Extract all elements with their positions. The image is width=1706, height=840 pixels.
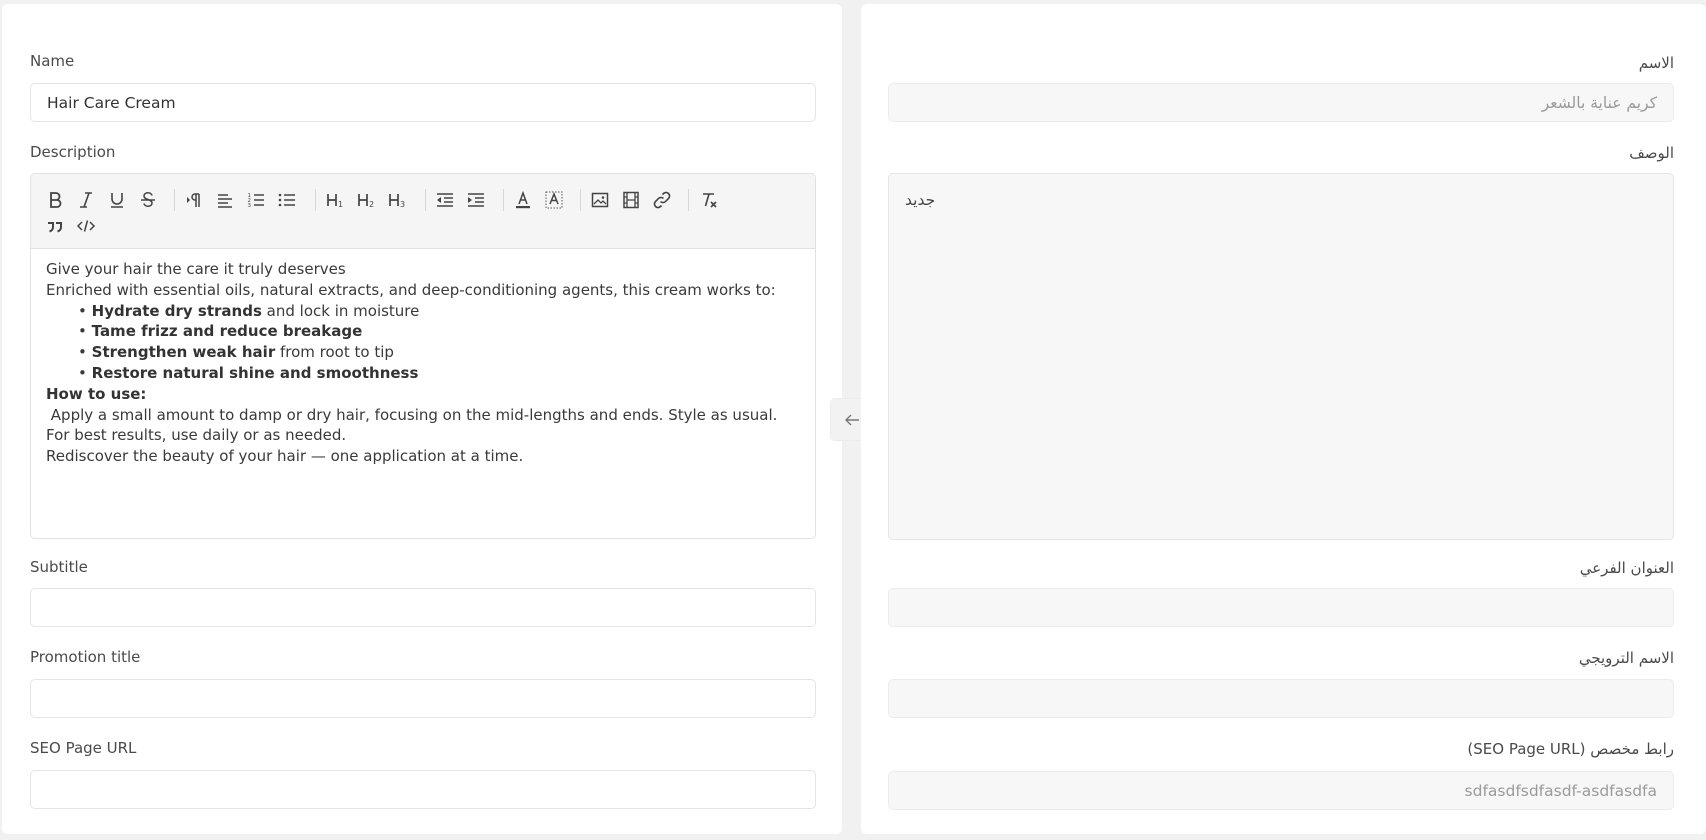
heading3-icon[interactable]: 3	[385, 188, 411, 212]
editor-toolbar: 123 1 2 3	[31, 174, 815, 249]
editor-content[interactable]: Give your hair the care it truly deserve…	[46, 259, 800, 467]
seo-url-label: SEO Page URL	[30, 739, 137, 757]
howto-text: Apply a small amount to damp or dry hair…	[46, 405, 783, 445]
promotion-title-label: Promotion title	[30, 648, 141, 666]
name-input-value: Hair Care Cream	[47, 94, 176, 112]
bold-icon[interactable]	[42, 188, 68, 212]
arabic-form-panel: الاسم كريم عناية بالشعر الوصف جديد العنو…	[861, 4, 1706, 834]
arabic-subtitle-label: العنوان الفرعي	[1579, 559, 1674, 577]
arabic-seo-url-value: sdfasdfsdfasdf-asdfasdfa	[1464, 782, 1657, 800]
arabic-seo-url-input[interactable]: sdfasdfsdfasdf-asdfasdfa	[888, 771, 1674, 810]
svg-text:3: 3	[248, 203, 252, 209]
heading2-icon[interactable]: 2	[354, 188, 380, 212]
strikethrough-icon[interactable]	[135, 188, 161, 212]
description-line: Give your hair the care it truly deserve…	[46, 260, 346, 278]
arabic-promotion-input[interactable]	[888, 679, 1674, 718]
ordered-list-icon[interactable]: 123	[243, 188, 269, 212]
video-icon[interactable]	[618, 188, 644, 212]
description-editor: 123 1 2 3 Give your hair the care it tru…	[30, 173, 816, 539]
arabic-name-value: كريم عناية بالشعر	[1541, 94, 1657, 112]
heading1-icon[interactable]: 1	[323, 188, 349, 212]
arabic-description-value: جديد	[905, 191, 936, 209]
link-icon[interactable]	[649, 188, 675, 212]
text-direction-icon[interactable]	[181, 188, 207, 212]
arabic-subtitle-input[interactable]	[888, 588, 1674, 627]
svg-text:2: 2	[369, 200, 374, 209]
image-icon[interactable]	[587, 188, 613, 212]
outdent-icon[interactable]	[432, 188, 458, 212]
svg-text:3: 3	[400, 200, 405, 209]
list-item: • Hydrate dry strands and lock in moistu…	[78, 301, 420, 320]
list-item: • Tame frizz and reduce breakage	[78, 322, 363, 341]
promotion-title-input[interactable]	[30, 679, 816, 718]
background-color-icon[interactable]	[541, 188, 567, 212]
unordered-list-icon[interactable]	[274, 188, 300, 212]
list-item: • Restore natural shine and smoothness	[78, 363, 419, 382]
italic-icon[interactable]	[73, 188, 99, 212]
arabic-name-label: الاسم	[1638, 54, 1674, 72]
underline-icon[interactable]	[104, 188, 130, 212]
code-block-icon[interactable]	[73, 214, 99, 238]
clear-format-icon[interactable]	[696, 188, 722, 212]
howto-heading: How to use:	[46, 384, 147, 403]
arabic-name-input[interactable]: كريم عناية بالشعر	[888, 83, 1674, 122]
svg-text:1: 1	[338, 200, 343, 209]
description-label: Description	[30, 143, 116, 161]
arabic-seo-url-label: رابط مخصص (SEO Page URL)	[1467, 740, 1674, 758]
english-form-panel: Name Hair Care Cream Description 1 2 3 1…	[2, 4, 842, 834]
subtitle-label: Subtitle	[30, 558, 88, 576]
arabic-description-label: الوصف	[1629, 144, 1674, 162]
subtitle-input[interactable]	[30, 588, 816, 627]
name-label: Name	[30, 52, 75, 70]
blockquote-icon[interactable]	[42, 214, 68, 238]
closing-line: Rediscover the beauty of your hair — one…	[46, 447, 524, 466]
list-item: • Strengthen weak hair from root to tip	[78, 343, 394, 362]
text-color-icon[interactable]	[510, 188, 536, 212]
description-line: Enriched with essential oils, natural ex…	[46, 280, 776, 299]
name-input[interactable]: Hair Care Cream	[30, 83, 816, 122]
arrow-left-icon	[844, 414, 859, 425]
seo-url-input[interactable]	[30, 770, 816, 809]
arabic-description-textarea[interactable]: جديد	[888, 173, 1674, 540]
align-left-icon[interactable]	[212, 188, 238, 212]
arabic-promotion-label: الاسم الترويجي	[1578, 649, 1674, 667]
indent-icon[interactable]	[463, 188, 489, 212]
